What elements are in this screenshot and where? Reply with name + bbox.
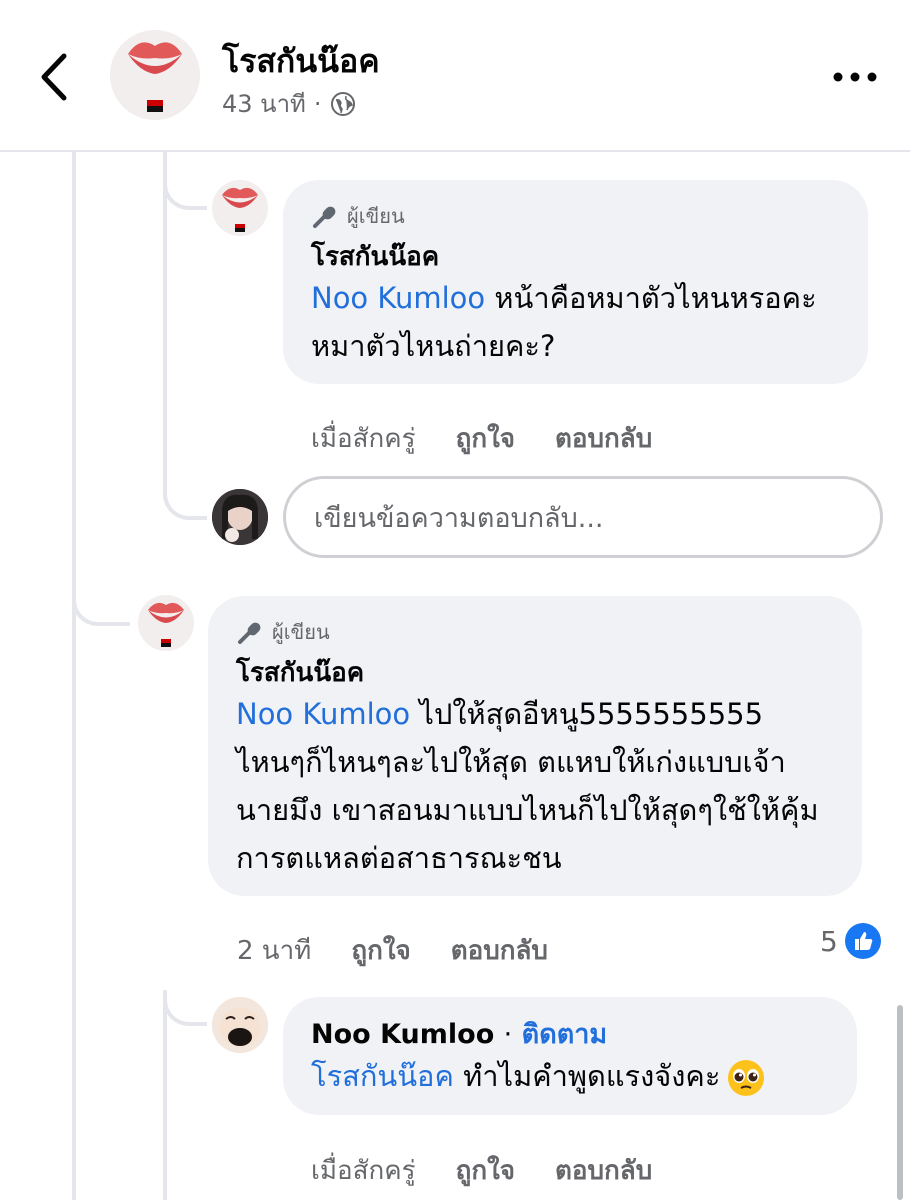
comment-text: โรสกันน๊อค ทำไมคำพูดแรงจังคะ <box>311 1053 829 1099</box>
comment-actions: 2 นาที ถูกใจ ตอบกลับ <box>237 930 548 971</box>
microphone-icon <box>238 622 261 644</box>
user-avatar-icon <box>212 489 268 545</box>
like-button[interactable]: ถูกใจ <box>456 418 515 459</box>
scrollbar[interactable] <box>897 1005 903 1200</box>
avatar[interactable] <box>212 997 268 1053</box>
author-badge-label: ผู้เขียน <box>272 620 330 644</box>
lips-avatar-icon <box>110 30 200 120</box>
thread-line-inner-2 <box>163 990 167 1200</box>
comment-body: ทำไมคำพูดแรงจังคะ <box>453 1059 721 1093</box>
post-meta: 43 นาที · <box>222 84 356 123</box>
name-separator: · <box>503 1019 513 1050</box>
comment-text: Noo Kumloo ไปให้สุดอีหนู5555555555 ไหนๆก… <box>236 690 834 882</box>
page-title[interactable]: โรสกันน๊อค <box>222 36 380 87</box>
reply-button[interactable]: ตอบกลับ <box>555 1150 652 1191</box>
like-thumb-icon <box>844 923 881 959</box>
reply-placeholder: เขียนข้อความตอบกลับ... <box>314 502 604 534</box>
comment-time[interactable]: 2 นาที <box>237 930 311 971</box>
lips-avatar-icon <box>138 595 194 651</box>
comment-time[interactable]: เมื่อสักครู่ <box>311 1150 416 1191</box>
more-options-button[interactable] <box>830 62 880 92</box>
like-count-value: 5 <box>820 924 838 958</box>
comment-text: Noo Kumloo หน้าคือหมาตัวไหนหรอคะ หมาตัวไ… <box>311 274 840 370</box>
comment-header: Noo Kumloo · ติดตาม <box>311 1017 829 1053</box>
comment-author[interactable]: Noo Kumloo <box>311 1019 494 1050</box>
follow-button[interactable]: ติดตาม <box>522 1019 608 1050</box>
mention-link[interactable]: โรสกันน๊อค <box>311 1059 454 1093</box>
avatar <box>212 489 268 545</box>
more-horizontal-icon <box>833 72 877 82</box>
author-badge: ผู้เขียน <box>236 616 834 648</box>
globe-icon <box>330 91 355 116</box>
avatar[interactable] <box>212 180 268 236</box>
mention-link[interactable]: Noo Kumloo <box>236 697 410 731</box>
author-badge-label: ผู้เขียน <box>347 204 405 228</box>
back-button[interactable] <box>34 50 74 104</box>
thread-connector <box>163 170 207 210</box>
comment-actions: เมื่อสักครู่ ถูกใจ ตอบกลับ <box>311 418 652 459</box>
microphone-icon <box>313 206 336 228</box>
thread-connector <box>72 590 130 626</box>
comment-bubble[interactable]: ผู้เขียน โรสกันน๊อค Noo Kumloo ไปให้สุดอ… <box>208 596 862 896</box>
comment-bubble[interactable]: ผู้เขียน โรสกันน๊อค Noo Kumloo หน้าคือหม… <box>283 180 868 384</box>
author-badge: ผู้เขียน <box>311 200 840 232</box>
comment-actions: เมื่อสักครู่ ถูกใจ ตอบกลับ <box>311 1150 652 1191</box>
crying-face-avatar-icon <box>212 997 268 1053</box>
mention-link[interactable]: Noo Kumloo <box>311 281 485 315</box>
thread-line-inner <box>163 152 167 482</box>
thread-connector <box>163 480 207 520</box>
lips-avatar-icon <box>212 180 268 236</box>
comment-author[interactable]: โรสกันน๊อค <box>236 656 834 690</box>
comment-author[interactable]: โรสกันน๊อค <box>311 240 840 274</box>
chevron-left-icon <box>41 53 67 101</box>
avatar[interactable] <box>110 30 200 120</box>
reply-input[interactable]: เขียนข้อความตอบกลับ... <box>283 476 883 558</box>
post-time[interactable]: 43 นาที <box>222 84 306 123</box>
post-header: โรสกันน๊อค 43 นาที · <box>0 0 910 152</box>
meta-separator: · <box>313 89 322 118</box>
comment-time[interactable]: เมื่อสักครู่ <box>311 418 416 459</box>
pleading-face-icon <box>728 1060 765 1096</box>
avatar[interactable] <box>138 595 194 651</box>
comment-bubble[interactable]: Noo Kumloo · ติดตาม โรสกันน๊อค ทำไมคำพูด… <box>283 997 857 1115</box>
reaction-count[interactable]: 5 <box>820 922 882 960</box>
post-comments-screen: โรสกันน๊อค 43 นาที · ผู้เขียน โรสกันน๊อค… <box>0 0 910 1200</box>
thread-connector <box>163 990 207 1026</box>
thread-line-outer <box>72 152 76 1200</box>
like-button[interactable]: ถูกใจ <box>456 1150 515 1191</box>
like-button[interactable]: ถูกใจ <box>351 930 410 971</box>
reply-button[interactable]: ตอบกลับ <box>451 930 548 971</box>
reply-button[interactable]: ตอบกลับ <box>555 418 652 459</box>
